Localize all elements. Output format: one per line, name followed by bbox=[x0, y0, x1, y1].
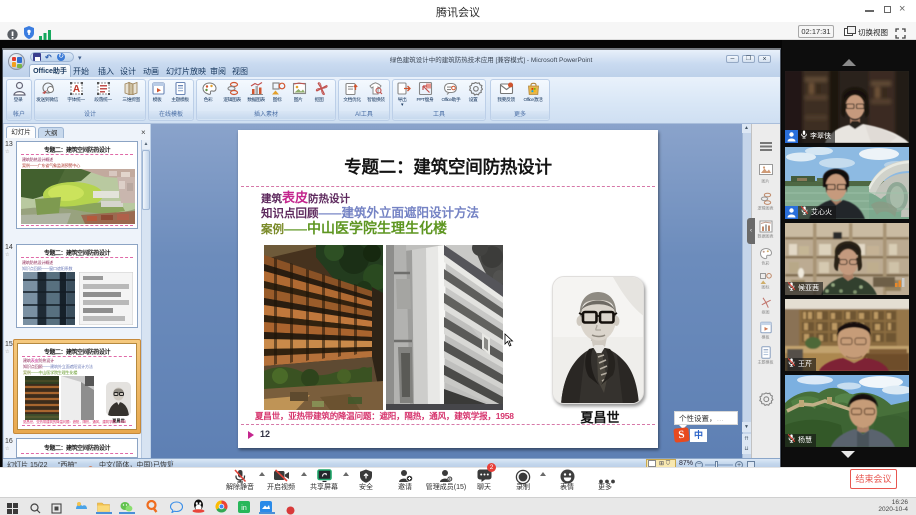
svg-text:A: A bbox=[73, 84, 80, 95]
svg-text:in: in bbox=[241, 505, 247, 512]
